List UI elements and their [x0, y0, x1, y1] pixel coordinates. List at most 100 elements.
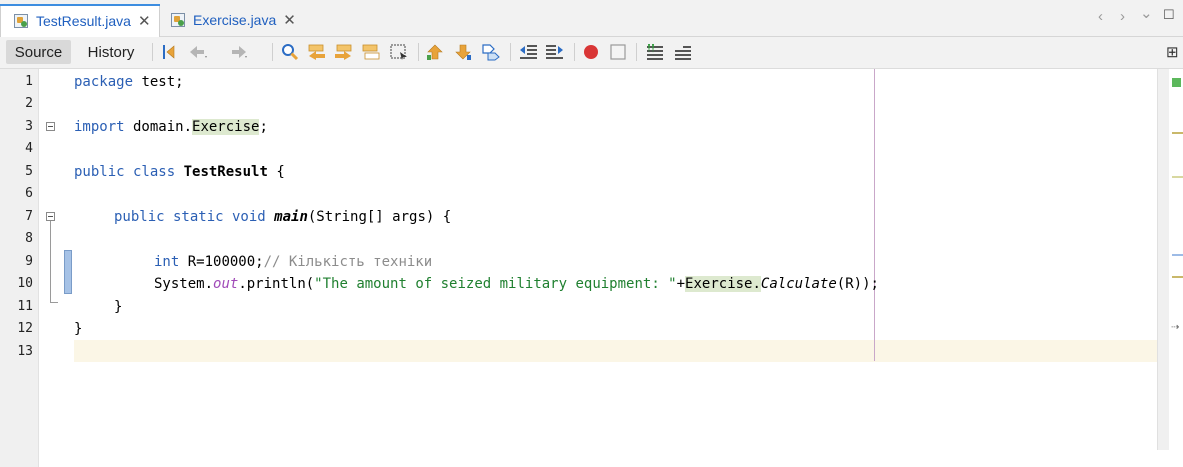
uncomment-icon[interactable]	[673, 43, 693, 61]
shift-line-left-icon[interactable]	[518, 43, 538, 61]
current-line-highlight	[74, 340, 1157, 362]
code-text: System.	[154, 276, 214, 292]
tab-exercise[interactable]: Exercise.java ✕	[170, 4, 310, 36]
toolbar-separator	[152, 43, 153, 61]
line-number: 5	[25, 164, 33, 179]
code-text: R=100000;	[179, 254, 264, 270]
line-number: 7	[25, 209, 33, 224]
comment-icon[interactable]	[645, 43, 665, 61]
close-icon[interactable]: ✕	[283, 11, 296, 29]
line-number: 10	[17, 276, 33, 291]
editor-toolbar: Source History ⊞	[0, 37, 1183, 69]
change-mark[interactable]	[1172, 254, 1183, 256]
java-file-icon	[170, 11, 188, 29]
code-text: }	[74, 321, 83, 337]
scroll-tabs-right-icon[interactable]: ›	[1120, 8, 1125, 25]
code-text: .	[752, 276, 761, 292]
comment: // Кількість техніки	[263, 254, 433, 270]
occurrence-mark[interactable]	[1172, 132, 1183, 134]
toolbar-separator	[418, 43, 419, 61]
keyword: package	[74, 74, 134, 90]
keyword: public static void	[114, 209, 266, 225]
toolbar-separator	[636, 43, 637, 61]
code-text: domain.	[124, 119, 193, 135]
toggle-bookmark-icon[interactable]	[480, 43, 500, 61]
find-next-icon[interactable]	[333, 43, 353, 61]
last-edit-icon[interactable]	[160, 43, 180, 61]
string-literal: "The amount of seized military equipment…	[314, 276, 677, 292]
fold-toggle-icon[interactable]	[46, 212, 55, 221]
toolbar-separator	[272, 43, 273, 61]
split-window-icon[interactable]: ⊞	[1166, 43, 1179, 61]
code-text: (String[] args) {	[307, 209, 452, 225]
toggle-rectangular-selection-icon[interactable]	[389, 43, 409, 61]
scroll-tabs-left-icon[interactable]: ‹	[1098, 8, 1103, 25]
toggle-highlight-search-icon[interactable]	[361, 43, 381, 61]
start-macro-recording-icon[interactable]	[581, 43, 601, 61]
occurrence-mark[interactable]	[1172, 176, 1183, 178]
fold-guide-line	[50, 221, 51, 303]
line-number: 8	[25, 231, 33, 246]
source-button[interactable]: Source	[6, 40, 71, 64]
occurrence-mark[interactable]	[1172, 276, 1183, 278]
editor-tab-bar: TestResult.java ✕ Exercise.java ✕ ‹ › ⌄ …	[0, 0, 1183, 37]
highlighted-class-name: Exercise	[192, 119, 260, 135]
shift-line-right-icon[interactable]	[545, 43, 565, 61]
tab-testresult[interactable]: TestResult.java ✕	[0, 4, 160, 37]
find-previous-icon[interactable]	[307, 43, 327, 61]
highlighted-class-name: Exercise	[685, 276, 753, 292]
no-errors-status-icon[interactable]	[1172, 78, 1181, 87]
keyword: import	[74, 119, 125, 135]
active-tab-indicator	[0, 4, 160, 6]
code-line-12[interactable]: }	[74, 318, 82, 340]
code-text: test;	[133, 74, 184, 90]
close-icon[interactable]: ✕	[138, 12, 151, 30]
static-method: Calculate	[760, 276, 837, 292]
code-line-11[interactable]: }	[114, 296, 122, 318]
java-file-icon	[13, 12, 31, 30]
code-text: +	[676, 276, 686, 292]
toolbar-separator	[574, 43, 575, 61]
right-margin-guide	[874, 69, 875, 361]
show-opened-documents-icon[interactable]: ⌄	[1140, 4, 1153, 22]
line-number: 13	[17, 344, 33, 359]
error-stripe[interactable]	[1169, 69, 1183, 467]
toolbar-separator	[510, 43, 511, 61]
fold-toggle-icon[interactable]	[46, 122, 55, 131]
fold-guide-end	[50, 302, 58, 303]
history-button[interactable]: History	[78, 40, 144, 64]
tab-label: TestResult.java	[36, 13, 131, 29]
change-marker	[64, 250, 72, 294]
code-line-7[interactable]: public static void main(String[] args) {	[114, 206, 451, 228]
back-icon[interactable]	[188, 43, 208, 61]
line-number: 1	[25, 74, 33, 89]
line-number: 11	[17, 299, 33, 314]
tab-label: Exercise.java	[193, 12, 277, 28]
find-selection-icon[interactable]	[280, 43, 300, 61]
class-name: TestResult	[183, 164, 268, 180]
restore-window-icon[interactable]: ☐	[1163, 7, 1175, 23]
code-text: ;	[259, 119, 268, 135]
next-bookmark-icon[interactable]	[453, 43, 473, 61]
static-field: out	[213, 276, 239, 292]
code-text: .println(	[238, 276, 315, 292]
forward-icon[interactable]	[228, 43, 248, 61]
line-number: 4	[25, 141, 33, 156]
line-number: 12	[17, 321, 33, 336]
code-line-5[interactable]: public class TestResult {	[74, 161, 285, 183]
code-line-10[interactable]: System.out.println("The amount of seized…	[154, 273, 879, 295]
keyword: int	[154, 254, 180, 270]
keyword: public class	[74, 164, 176, 180]
previous-bookmark-icon[interactable]	[425, 43, 445, 61]
method-name: main	[274, 209, 308, 225]
line-number: 3	[25, 119, 33, 134]
code-line-3[interactable]: import domain.Exercise;	[74, 116, 268, 138]
code-text: (R));	[836, 276, 879, 292]
stop-macro-recording-icon[interactable]	[608, 43, 628, 61]
code-line-9[interactable]: int R=100000;// Кількість техніки	[154, 251, 432, 273]
code-line-1[interactable]: package test;	[74, 71, 184, 93]
caret-position-icon: ⇢	[1171, 322, 1180, 333]
line-number: 6	[25, 186, 33, 201]
line-number: 2	[25, 96, 33, 111]
line-number: 9	[25, 254, 33, 269]
